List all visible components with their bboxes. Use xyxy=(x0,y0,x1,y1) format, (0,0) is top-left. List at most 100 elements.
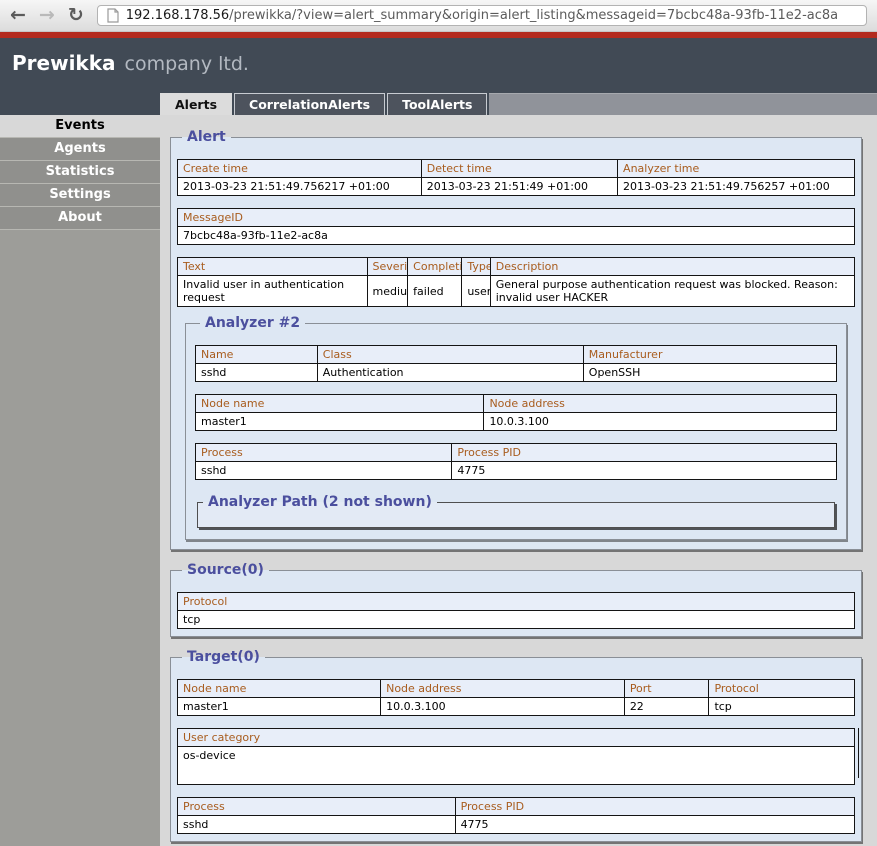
page-icon xyxy=(107,8,119,23)
tab-correlationalerts[interactable]: CorrelationAlerts xyxy=(234,93,385,115)
detect-time-value: 2013-03-23 21:51:49 +01:00 xyxy=(421,178,617,196)
table-header-row: Create time Detect time Analyzer time xyxy=(178,160,855,178)
user-category-table: User category os-device xyxy=(177,728,855,785)
node-address-header: Node address xyxy=(381,680,625,698)
table-header-row: User category xyxy=(178,729,855,747)
source-panel: Source(0) Protocol tcp xyxy=(170,562,862,637)
process-pid-header: Process PID xyxy=(452,444,837,462)
port-value: 22 xyxy=(624,698,709,716)
table-row: 2013-03-23 21:51:49.756217 +01:00 2013-0… xyxy=(178,178,855,196)
main-area: Events Agents Statistics Settings About … xyxy=(0,115,877,846)
tab-alerts[interactable]: Alerts xyxy=(160,93,232,115)
sidebar-item-events[interactable]: Events xyxy=(0,115,160,138)
source-protocol-table: Protocol tcp xyxy=(177,592,855,629)
severity-value: medium xyxy=(367,276,408,307)
sidebar-item-about[interactable]: About xyxy=(0,207,160,230)
analyzer-name-value: sshd xyxy=(196,364,318,382)
process-pid-value: 4775 xyxy=(455,816,854,834)
table-row: tcp xyxy=(178,611,855,629)
class-header: Class xyxy=(317,346,583,364)
analyzer-panel: Analyzer #2 Name Class Manufacturer sshd… xyxy=(185,315,847,540)
tab-bar-filler xyxy=(489,93,877,115)
back-button[interactable]: ← xyxy=(10,6,26,25)
sidebar-filler xyxy=(0,230,160,846)
table-row: sshd Authentication OpenSSH xyxy=(196,364,837,382)
target-panel: Target(0) Node name Node address Port Pr… xyxy=(170,649,862,842)
protocol-value: tcp xyxy=(709,698,855,716)
table-row: master1 10.0.3.100 22 tcp xyxy=(178,698,855,716)
reload-icon: ↻ xyxy=(68,4,84,26)
url-domain: 192.168.178.56 xyxy=(126,8,229,23)
name-header: Name xyxy=(196,346,318,364)
forward-button[interactable]: → xyxy=(39,6,55,25)
target-process-table: Process Process PID sshd 4775 xyxy=(177,797,855,834)
create-time-value: 2013-03-23 21:51:49.756217 +01:00 xyxy=(178,178,422,196)
classification-table: Text Severity Completion Type Descriptio… xyxy=(177,257,855,307)
target-node-table: Node name Node address Port Protocol mas… xyxy=(177,679,855,716)
node-address-value: 10.0.3.100 xyxy=(484,413,837,431)
messageid-value: 7bcbc48a-93fb-11e2-ac8a xyxy=(178,227,855,245)
analyzer-info-table: Name Class Manufacturer sshd Authenticat… xyxy=(195,345,837,382)
completion-header: Completion xyxy=(408,258,462,276)
manufacturer-header: Manufacturer xyxy=(583,346,836,364)
node-name-header: Node name xyxy=(178,680,381,698)
app-logo: Prewikka xyxy=(12,51,116,75)
app-header: Prewikka company ltd. Alerts CorrelationA… xyxy=(0,38,877,115)
tab-toolalerts[interactable]: ToolAlerts xyxy=(387,93,487,115)
sidebar: Events Agents Statistics Settings About xyxy=(0,115,160,846)
process-header: Process xyxy=(196,444,452,462)
completion-value: failed xyxy=(408,276,462,307)
description-header: Description xyxy=(490,258,854,276)
process-pid-value: 4775 xyxy=(452,462,837,480)
table-header-row: Node name Node address Port Protocol xyxy=(178,680,855,698)
tab-bar: Alerts CorrelationAlerts ToolAlerts xyxy=(160,93,877,115)
alert-panel: Alert Create time Detect time Analyzer t… xyxy=(170,129,862,550)
detect-time-header: Detect time xyxy=(421,160,617,178)
messageid-table: MessageID 7bcbc48a-93fb-11e2-ac8a xyxy=(177,208,855,245)
table-row: sshd 4775 xyxy=(178,816,855,834)
table-header-row: Protocol xyxy=(178,593,855,611)
classification-text: Invalid user in authentication request xyxy=(178,276,368,307)
messageid-header: MessageID xyxy=(178,209,855,227)
port-header: Port xyxy=(624,680,709,698)
table-header-row: Name Class Manufacturer xyxy=(196,346,837,364)
analyzer-manufacturer-value: OpenSSH xyxy=(583,364,836,382)
user-category-value: os-device xyxy=(178,747,855,785)
sidebar-item-settings[interactable]: Settings xyxy=(0,184,160,207)
analyzer-process-table: Process Process PID sshd 4775 xyxy=(195,443,837,480)
severity-header: Severity xyxy=(367,258,408,276)
analyzer-time-header: Analyzer time xyxy=(618,160,855,178)
create-time-header: Create time xyxy=(178,160,422,178)
analyzer-time-value: 2013-03-23 21:51:49.756257 +01:00 xyxy=(618,178,855,196)
browser-chrome: ← → ↻ 192.168.178.56/prewikka/?view=aler… xyxy=(0,0,877,32)
node-address-value: 10.0.3.100 xyxy=(381,698,625,716)
node-address-header: Node address xyxy=(484,395,837,413)
content-area: Alert Create time Detect time Analyzer t… xyxy=(160,115,877,846)
protocol-header: Protocol xyxy=(178,593,855,611)
target-user-block: User category os-device Type Name Number… xyxy=(177,716,855,785)
text-header: Text xyxy=(178,258,368,276)
process-header: Process xyxy=(178,798,456,816)
type-value: user xyxy=(462,276,490,307)
sidebar-item-agents[interactable]: Agents xyxy=(0,138,160,161)
sidebar-item-statistics[interactable]: Statistics xyxy=(0,161,160,184)
address-bar[interactable]: 192.168.178.56/prewikka/?view=alert_summ… xyxy=(97,5,867,26)
analyzer-path-panel: Analyzer Path (2 not shown) xyxy=(197,494,835,528)
reload-button[interactable]: ↻ xyxy=(68,6,84,25)
company-name: company ltd. xyxy=(125,53,249,75)
forward-arrow-icon: → xyxy=(39,4,55,26)
brand-line: Prewikka company ltd. xyxy=(0,38,877,75)
node-name-value: master1 xyxy=(178,698,381,716)
process-pid-header: Process PID xyxy=(455,798,854,816)
table-row: Invalid user in authentication request m… xyxy=(178,276,855,307)
target-panel-legend: Target(0) xyxy=(182,649,265,665)
user-category-header: User category xyxy=(178,729,855,747)
analyzer-panel-legend: Analyzer #2 xyxy=(200,315,305,331)
description-value: General purpose authentication request w… xyxy=(490,276,854,307)
node-name-header: Node name xyxy=(196,395,484,413)
table-header-row: Process Process PID xyxy=(196,444,837,462)
table-header-row: Text Severity Completion Type Descriptio… xyxy=(178,258,855,276)
alert-panel-legend: Alert xyxy=(182,129,231,145)
source-panel-legend: Source(0) xyxy=(182,562,269,578)
process-value: sshd xyxy=(178,816,456,834)
